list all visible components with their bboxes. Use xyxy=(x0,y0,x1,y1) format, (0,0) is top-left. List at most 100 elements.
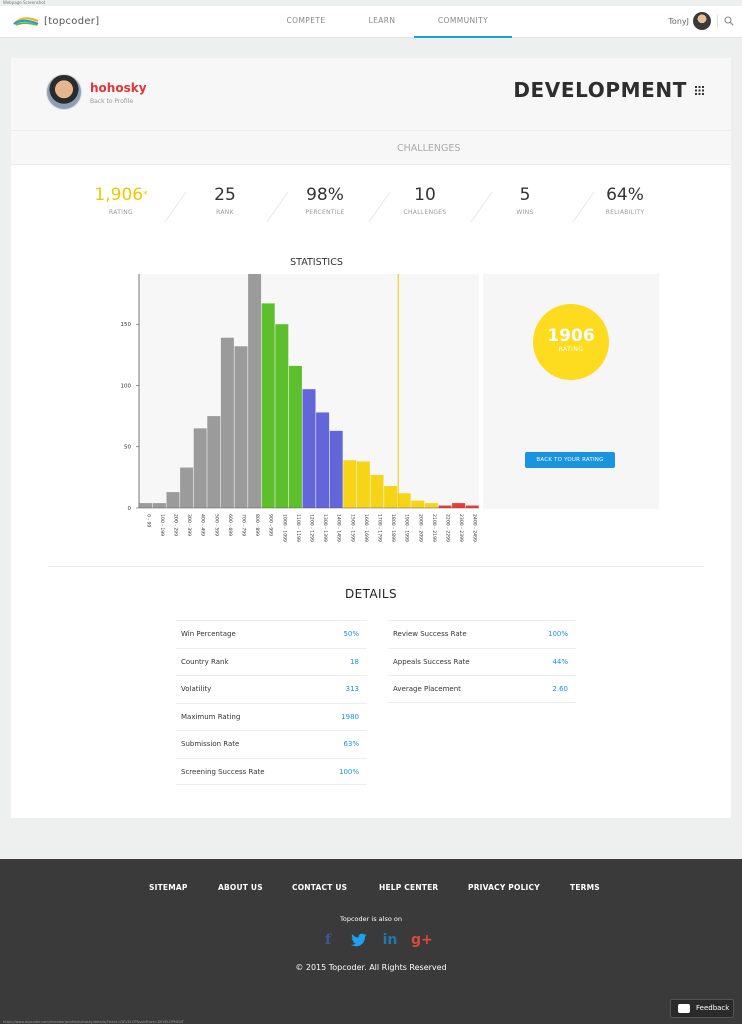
x-tick-label: 400 - 499 xyxy=(200,514,206,536)
histogram-bar xyxy=(139,503,153,508)
detail-label: Country Rank xyxy=(181,657,229,666)
user-menu[interactable]: TonyJ xyxy=(668,12,734,30)
back-to-your-rating-button[interactable]: BACK TO YOUR RATING xyxy=(525,452,615,468)
x-tick-label: 1600 - 1699 xyxy=(363,514,369,542)
footer-link-terms[interactable]: TERMS xyxy=(570,883,600,892)
stat-wins-value: 5 xyxy=(519,185,531,205)
x-tick-label: 2000 - 2099 xyxy=(417,514,423,542)
x-tick-label: 2100 - 2199 xyxy=(431,514,437,542)
stat-challenges-value: 10 xyxy=(414,185,436,205)
histogram-bar xyxy=(180,467,194,508)
x-tick-label: 1400 - 1499 xyxy=(336,514,342,542)
stat-percentile-label: PERCENTILE xyxy=(305,209,345,216)
username[interactable]: TonyJ xyxy=(668,17,689,26)
y-tick-label: 100 xyxy=(121,383,132,389)
detail-row: Screening Success Rate 100% xyxy=(176,757,367,785)
feedback-label: Feedback xyxy=(696,1004,730,1012)
detail-value: 2.60 xyxy=(552,685,568,693)
stat-percentile-value: 98% xyxy=(306,185,344,205)
topcoder-logo-icon xyxy=(13,17,39,26)
histogram-bar xyxy=(152,503,166,508)
histogram-bar xyxy=(424,503,438,508)
nav-community[interactable]: COMMUNITY xyxy=(414,6,512,38)
facebook-icon[interactable]: f xyxy=(318,931,338,949)
rating-panel: 1906 RATING BACK TO YOUR RATING xyxy=(483,274,659,509)
x-tick-label: 1800 - 1899 xyxy=(390,514,396,542)
histogram-bar xyxy=(234,346,248,508)
twitter-icon[interactable] xyxy=(349,931,369,949)
detail-label: Volatility xyxy=(181,685,212,693)
detail-value: 50% xyxy=(343,630,359,638)
stats-strip: 1,906* RATING 25 RANK 98% PERCENTILE 10 … xyxy=(71,184,671,224)
histogram-bar xyxy=(207,416,221,508)
detail-value: 1980 xyxy=(341,712,359,721)
detail-row: Win Percentage 50% xyxy=(176,620,367,648)
x-tick-label: 600 - 699 xyxy=(227,514,233,536)
rating-star: * xyxy=(143,190,148,200)
histogram-bar xyxy=(397,493,411,508)
stat-reliability-label: RELIABILITY xyxy=(605,209,645,216)
histogram-bar xyxy=(370,474,384,508)
stat-rating: 1,906* RATING xyxy=(71,184,171,216)
detail-row: Country Rank 18 xyxy=(176,647,367,676)
rating-circle-label: RATING xyxy=(558,346,584,353)
histogram-bar xyxy=(275,324,289,508)
detail-row: Volatility 313 xyxy=(176,675,367,703)
profile-tabs: STATISTICS CHALLENGES xyxy=(11,130,731,297)
stat-rank-label: RANK xyxy=(216,209,234,216)
stat-rank-value: 25 xyxy=(214,185,236,205)
x-tick-label: 1500 - 1599 xyxy=(349,514,355,542)
detail-row: Submission Rate 63% xyxy=(176,730,367,758)
footer-link-contact-us[interactable]: CONTACT US xyxy=(292,883,347,892)
grid-menu-icon[interactable] xyxy=(695,86,704,95)
nav-learn[interactable]: LEARN xyxy=(350,6,414,38)
details-right-column: Review Success Rate 100% Appeals Success R… xyxy=(388,620,576,703)
details-left-column: Win Percentage 50% Country Rank 18 Volatilit… xyxy=(176,620,367,785)
x-tick-label: 1700 - 1799 xyxy=(377,514,383,542)
googleplus-icon[interactable]: g+ xyxy=(411,931,433,949)
histogram-bar xyxy=(288,365,302,508)
linkedin-icon[interactable]: in xyxy=(380,931,400,949)
x-tick-label: 1300 - 1399 xyxy=(322,514,328,542)
rating-circle-value: 1906 xyxy=(547,326,595,346)
x-tick-label: 100 - 199 xyxy=(159,514,165,536)
stat-wins: 5 WINS xyxy=(475,184,575,216)
top-navigation: [topcoder] COMPETE LEARN COMMUNITY TonyJ xyxy=(0,6,742,38)
tab-challenges[interactable]: CHALLENGES xyxy=(397,143,460,165)
nav-compete[interactable]: COMPETE xyxy=(262,6,350,38)
user-avatar[interactable] xyxy=(693,12,711,30)
footer-link-privacy-policy[interactable]: PRIVACY POLICY xyxy=(468,883,540,892)
footer-link-about-us[interactable]: ABOUT US xyxy=(218,883,263,892)
stat-reliability: 64% RELIABILITY xyxy=(575,184,675,216)
y-tick-label: 150 xyxy=(121,322,132,328)
histogram-bar xyxy=(411,500,425,508)
stat-rating-value: 1,906* xyxy=(94,185,148,205)
detail-row: Review Success Rate 100% xyxy=(388,620,576,648)
histogram-bar xyxy=(248,274,262,508)
x-tick-label: 200 - 299 xyxy=(173,514,179,536)
copyright: © 2015 Topcoder. All Rights Reserved xyxy=(295,963,447,972)
twitter-bird-icon xyxy=(351,933,367,947)
x-tick-label: 1100 - 1199 xyxy=(295,514,301,542)
stat-wins-label: WINS xyxy=(516,209,534,216)
feedback-button[interactable]: Feedback xyxy=(670,999,734,1018)
detail-label: Screening Success Rate xyxy=(181,767,265,776)
search-icon[interactable] xyxy=(724,16,734,26)
histogram-bar xyxy=(384,485,398,508)
x-tick-label: 2300 - 2399 xyxy=(458,514,464,542)
detail-value: 313 xyxy=(345,685,359,693)
footer-link-sitemap[interactable]: SITEMAP xyxy=(149,883,188,892)
stat-challenges-label: CHALLENGES xyxy=(403,209,447,216)
histogram-bar xyxy=(193,428,207,508)
member-handle[interactable]: hohosky xyxy=(90,81,147,95)
detail-label: Appeals Success Rate xyxy=(393,657,470,666)
y-tick-label: 0 xyxy=(128,506,132,512)
main-nav-links: COMPETE LEARN COMMUNITY xyxy=(262,6,512,38)
histogram-bar xyxy=(438,505,452,508)
back-to-profile-link[interactable]: Back to Profile xyxy=(90,98,133,105)
topcoder-logo[interactable]: [topcoder] xyxy=(12,15,99,27)
footer-link-help-center[interactable]: HELP CENTER xyxy=(379,883,438,892)
profile-header: hohosky Back to Profile DEVELOPMENT xyxy=(11,58,731,130)
histogram-bar xyxy=(329,430,343,508)
track-title: DEVELOPMENT xyxy=(513,78,687,102)
